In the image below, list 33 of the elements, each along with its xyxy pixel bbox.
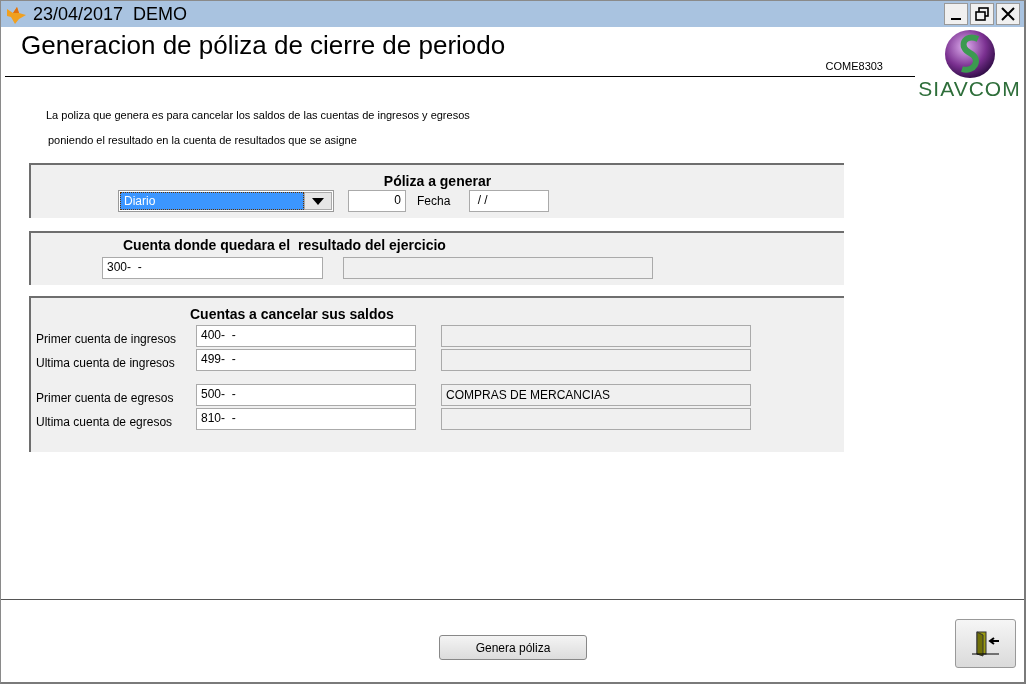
poliza-number-field[interactable]: 0 — [348, 190, 406, 212]
exit-button[interactable] — [955, 619, 1016, 668]
exit-door-icon — [970, 629, 1001, 658]
section-title: Póliza a generar — [382, 173, 493, 189]
account-field[interactable]: 300- - — [102, 257, 323, 279]
field-label: Primer cuenta de ingresos — [35, 331, 178, 346]
field-label: Ultima cuenta de egresos — [35, 414, 174, 429]
minimize-icon — [951, 18, 961, 20]
account-field[interactable]: 499- - — [196, 349, 416, 371]
field-label: Ultima cuenta de ingresos — [35, 355, 176, 370]
date-label: Fecha — [417, 194, 451, 208]
dropdown-arrow-icon — [312, 197, 324, 205]
section-title: Cuenta donde quedara el resultado del ejercicio — [122, 237, 447, 253]
close-button[interactable] — [996, 3, 1020, 25]
page-title: Generacion de póliza de cierre de periodo — [21, 30, 506, 60]
description-text: La poliza que genera es para cancelar los saldos de las cuentas de ingresos y egresos — [46, 109, 471, 122]
screen-code: COME8303 — [825, 60, 883, 72]
restore-button[interactable] — [970, 3, 994, 25]
minimize-button[interactable] — [944, 3, 968, 25]
account-field[interactable]: 500- - — [196, 384, 416, 406]
section-title: Cuentas a cancelar sus saldos — [189, 306, 395, 322]
account-description-field: COMPRAS DE MERCANCIAS — [441, 384, 751, 406]
account-field[interactable]: 400- - — [196, 325, 416, 347]
window-title: 23/04/2017 DEMO — [33, 3, 189, 25]
date-field[interactable]: / / — [469, 190, 550, 212]
logo-icon — [943, 29, 996, 79]
description-text: poniendo el resultado en la cuenta de resultados que se asigne — [48, 134, 358, 147]
account-field[interactable]: 810- - — [196, 408, 416, 430]
logo-text: SIAVCOM — [918, 79, 1021, 99]
restore-icon — [975, 7, 989, 21]
field-label: Primer cuenta de egresos — [35, 390, 175, 405]
generate-button[interactable]: Genera póliza — [439, 635, 587, 660]
close-icon — [1001, 7, 1015, 21]
